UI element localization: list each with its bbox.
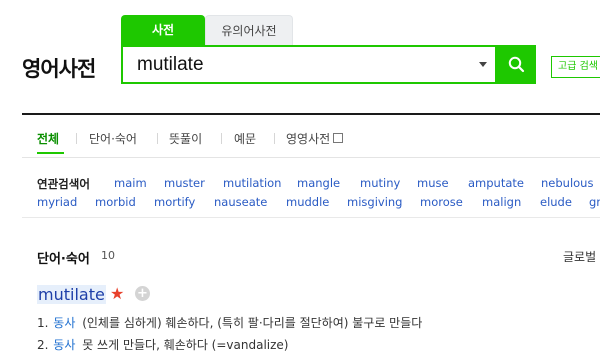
search-input[interactable]	[137, 53, 457, 77]
part-of-speech: 동사	[53, 316, 76, 330]
add-to-wordbook-icon[interactable]: +	[135, 286, 150, 301]
active-tab-indicator	[37, 152, 64, 154]
tab-synonym-dictionary[interactable]: 유의어사전	[205, 15, 293, 47]
definition-item: 1. 동사 (인체를 심하게) 훼손하다, (특히 팔·다리를 절단하여) 불구…	[37, 314, 422, 331]
header-divider	[22, 113, 600, 115]
search-box	[121, 45, 497, 84]
subtab-examples[interactable]: 예문	[234, 130, 256, 147]
subtab-meanings[interactable]: 뜻풀이	[169, 130, 202, 147]
star-icon: ★	[110, 284, 125, 303]
definition-number: 2.	[37, 338, 49, 352]
advanced-search-button[interactable]: 고급 검색	[551, 56, 600, 78]
tab-dictionary[interactable]: 사전	[121, 15, 205, 47]
related-link[interactable]: morose	[420, 195, 463, 209]
popup-icon	[333, 133, 344, 143]
related-link[interactable]: nauseate	[214, 195, 267, 209]
site-logo[interactable]: 영어사전	[22, 53, 96, 83]
tabs-divider	[22, 157, 600, 158]
related-link[interactable]: mutiny	[360, 176, 400, 190]
section-count: 10	[101, 249, 115, 262]
related-link[interactable]: elude	[540, 195, 572, 209]
search-button[interactable]	[497, 45, 536, 84]
related-link[interactable]: myriad	[37, 195, 77, 209]
definition-number: 1.	[37, 316, 49, 330]
autocomplete-toggle-icon[interactable]	[479, 62, 487, 67]
subtab-english-english-label: 영영사전	[286, 132, 331, 146]
related-link[interactable]: gr	[589, 195, 600, 209]
part-of-speech: 동사	[53, 338, 76, 352]
related-link[interactable]: morbid	[95, 195, 136, 209]
related-link[interactable]: muddle	[286, 195, 329, 209]
section-title: 단어·숙어	[37, 252, 90, 267]
related-link[interactable]: muster	[164, 176, 205, 190]
related-link[interactable]: mutilation	[223, 176, 281, 190]
related-divider	[22, 217, 600, 218]
subtab-english-english[interactable]: 영영사전	[286, 130, 344, 147]
related-link[interactable]: amputate	[468, 176, 524, 190]
search-icon	[508, 56, 525, 73]
related-link[interactable]: mangle	[297, 176, 340, 190]
related-link[interactable]: muse	[417, 176, 449, 190]
definition-text: (인체를 심하게) 훼손하다, (특히 팔·다리를 절단하여) 불구로 만들다	[82, 316, 423, 330]
subtab-words-idioms[interactable]: 단어·숙어	[89, 130, 137, 147]
related-link[interactable]: misgiving	[347, 195, 402, 209]
related-link[interactable]: mortify	[154, 195, 195, 209]
definition-text: 못 쓰게 만들다, 훼손하다 (=vandalize)	[82, 338, 289, 352]
related-link[interactable]: nebulous	[541, 176, 593, 190]
subtab-separator	[274, 133, 275, 144]
subtab-separator	[221, 133, 222, 144]
global-link[interactable]: 글로벌	[563, 248, 596, 265]
subtab-separator	[157, 133, 158, 144]
entry-headword[interactable]: mutilate	[37, 285, 106, 304]
definition-item: 2. 동사 못 쓰게 만들다, 훼손하다 (=vandalize)	[37, 336, 288, 353]
related-link[interactable]: malign	[482, 195, 521, 209]
subtab-all[interactable]: 전체	[37, 130, 59, 147]
related-searches-label: 연관검색어	[37, 177, 90, 191]
related-link[interactable]: maim	[114, 176, 147, 190]
subtab-separator	[76, 133, 77, 144]
